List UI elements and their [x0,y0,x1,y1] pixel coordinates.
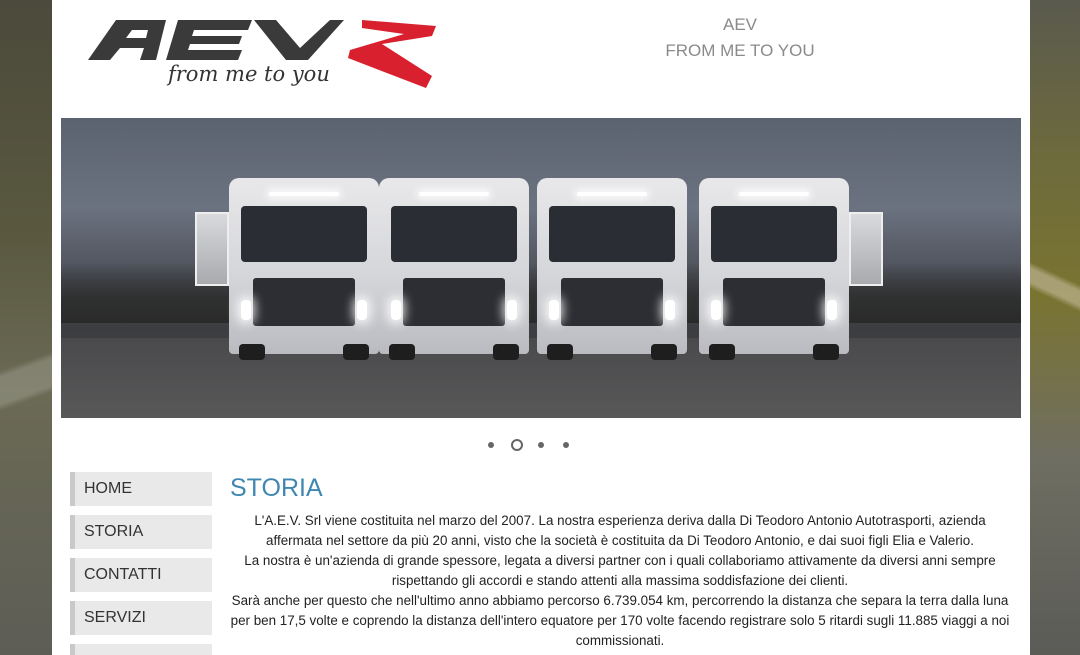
nav-item-contatti[interactable]: CONTATTI [70,558,212,592]
image-slider[interactable] [61,118,1021,418]
nav-item-storia[interactable]: STORIA [70,515,212,549]
slider-pagination [484,438,584,454]
slider-dot[interactable] [488,442,494,448]
site-title-block: AEV FROM ME TO YOU [640,12,840,64]
nav-item-home[interactable]: HOME [70,472,212,506]
slider-dot-active[interactable] [511,439,523,451]
truck-image [379,178,529,360]
nav-item-servizi[interactable]: SERVIZI [70,601,212,635]
storia-paragraph: L'A.E.V. Srl viene costituita nel marzo … [230,513,1010,648]
background-scenery-right [1030,0,1080,655]
slider-dot[interactable] [563,442,569,448]
site-title: AEV [722,15,758,34]
page-container: from me to you AEV FROM ME TO YOU HOME S… [52,0,1030,655]
truck-image [537,178,687,360]
main-content: STORIA L'A.E.V. Srl viene costituita nel… [230,472,1010,651]
background-scenery-left [0,0,52,655]
aev-logo[interactable]: from me to you [86,16,438,92]
truck-image [699,178,883,360]
sidebar-nav: HOME STORIA CONTATTI SERVIZI [70,472,212,655]
slider-dot[interactable] [538,442,544,448]
truck-image [195,178,413,360]
site-subtitle: FROM ME TO YOU [665,41,815,60]
page-title: STORIA [230,474,323,502]
logo-tagline: from me to you [168,62,330,86]
nav-item-more[interactable] [70,644,212,655]
